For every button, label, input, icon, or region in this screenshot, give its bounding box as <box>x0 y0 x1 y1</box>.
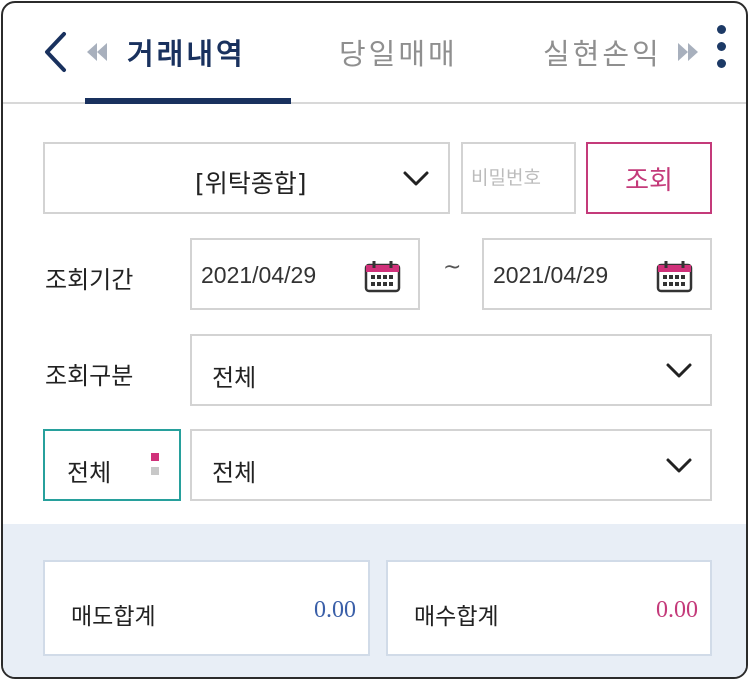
period-label: 조회기간 <box>45 266 134 294</box>
category-select-value: 전체 <box>212 364 257 392</box>
active-tab-indicator <box>85 98 291 104</box>
start-date-value: 2021/04/29 <box>201 262 317 288</box>
end-date-field[interactable]: 2021/04/29 <box>482 238 712 310</box>
filter-toggle-label: 전체 <box>67 459 112 487</box>
filter-select-value: 전체 <box>212 459 257 487</box>
account-select-value: [위탁종합] <box>195 169 307 198</box>
toggle-indicator-icon <box>151 453 160 475</box>
scroll-left-icon[interactable] <box>86 42 108 62</box>
calendar-icon[interactable] <box>364 260 401 293</box>
chevron-down-icon <box>666 458 692 473</box>
password-field[interactable] <box>461 142 576 214</box>
tab-realized-pnl[interactable]: 실현손익 <box>543 31 662 73</box>
tab-header: 거래내역 당일매매 실현손익 <box>3 3 746 104</box>
start-date-field[interactable]: 2021/04/29 <box>190 238 420 310</box>
account-select[interactable]: [위탁종합] <box>43 142 450 214</box>
back-arrow-icon[interactable] <box>39 29 73 75</box>
filter-select[interactable]: 전체 <box>190 429 712 501</box>
buy-total-value: 0.00 <box>656 597 698 623</box>
tab-daily-trades[interactable]: 당일매매 <box>339 31 458 73</box>
filter-toggle[interactable]: 전체 <box>43 429 181 501</box>
sell-total-value: 0.00 <box>314 597 356 623</box>
buy-total-card: 매수합계 0.00 <box>386 560 712 656</box>
app-window: 거래내역 당일매매 실현손익 [위탁종합] 조회 조회기간 2021/04/29 <box>1 1 748 679</box>
scroll-right-icon[interactable] <box>677 42 699 62</box>
category-select[interactable]: 전체 <box>190 334 712 406</box>
query-button[interactable]: 조회 <box>586 142 712 214</box>
calendar-icon[interactable] <box>656 260 693 293</box>
date-range-separator: ~ <box>443 255 462 280</box>
end-date-value: 2021/04/29 <box>493 262 609 288</box>
chevron-down-icon <box>666 363 692 378</box>
buy-total-label: 매수합계 <box>414 604 499 630</box>
tab-transaction-history[interactable]: 거래내역 <box>127 31 246 73</box>
chevron-down-icon <box>403 171 429 186</box>
sell-total-card: 매도합계 0.00 <box>43 560 370 656</box>
summary-panel: 매도합계 0.00 매수합계 0.00 <box>3 524 746 677</box>
category-label: 조회구분 <box>45 362 134 390</box>
more-menu-icon[interactable] <box>714 25 728 75</box>
sell-total-label: 매도합계 <box>71 604 156 630</box>
password-input[interactable] <box>463 144 574 212</box>
